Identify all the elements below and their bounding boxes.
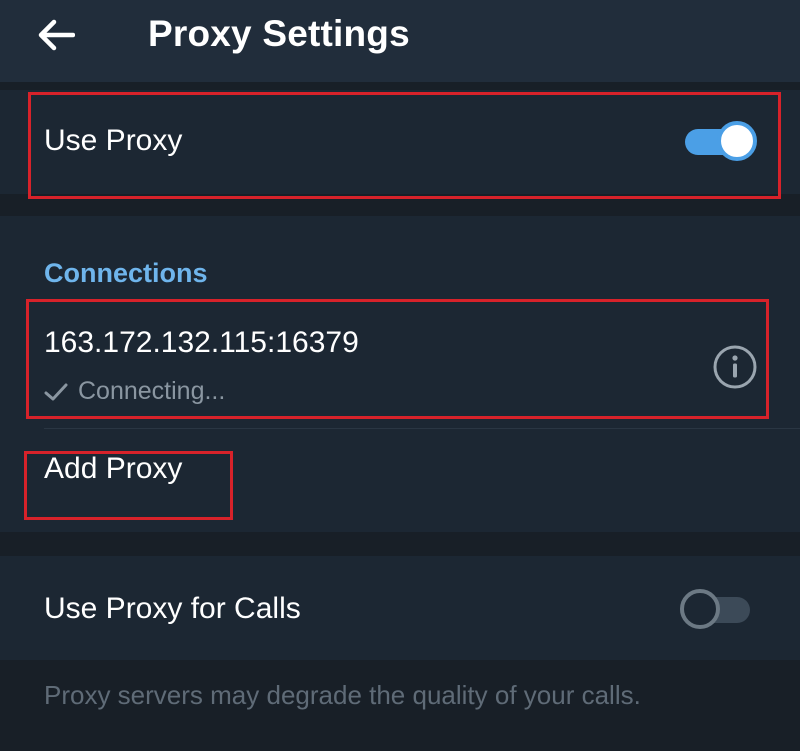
- calls-warning-note: Proxy servers may degrade the quality of…: [44, 680, 641, 710]
- info-icon: [713, 345, 757, 389]
- use-proxy-label: Use Proxy: [44, 124, 183, 157]
- use-proxy-calls-row[interactable]: Use Proxy for Calls: [0, 556, 800, 660]
- proxy-list-item[interactable]: 163.172.132.115:16379 Connecting...: [0, 302, 800, 428]
- add-proxy-button[interactable]: Add Proxy: [0, 446, 800, 518]
- proxy-info-button[interactable]: [712, 344, 758, 390]
- proxy-status: Connecting...: [44, 377, 225, 406]
- check-icon: [44, 383, 68, 400]
- use-proxy-row[interactable]: Use Proxy: [0, 90, 800, 194]
- connections-header: Connections: [44, 258, 208, 288]
- app-bar: Proxy Settings: [0, 0, 800, 82]
- toggle-knob: [680, 589, 720, 629]
- section-gap: [0, 82, 800, 90]
- back-button[interactable]: [30, 10, 82, 60]
- use-proxy-calls-toggle[interactable]: [680, 588, 750, 630]
- toggle-knob: [717, 121, 757, 161]
- page-title: Proxy Settings: [148, 13, 410, 54]
- divider: [44, 428, 800, 429]
- section-gap: [0, 194, 800, 216]
- connections-section: Connections 163.172.132.115:16379 Connec…: [0, 216, 800, 532]
- add-proxy-label: Add Proxy: [44, 452, 183, 485]
- proxy-settings-screen: Proxy Settings Use Proxy Connections 163…: [0, 0, 800, 751]
- use-proxy-toggle[interactable]: [685, 120, 757, 162]
- arrow-left-icon: [38, 19, 75, 51]
- section-gap: [0, 532, 800, 556]
- proxy-status-text: Connecting...: [78, 377, 226, 405]
- proxy-address: 163.172.132.115:16379: [44, 326, 359, 359]
- use-proxy-calls-label: Use Proxy for Calls: [44, 592, 301, 625]
